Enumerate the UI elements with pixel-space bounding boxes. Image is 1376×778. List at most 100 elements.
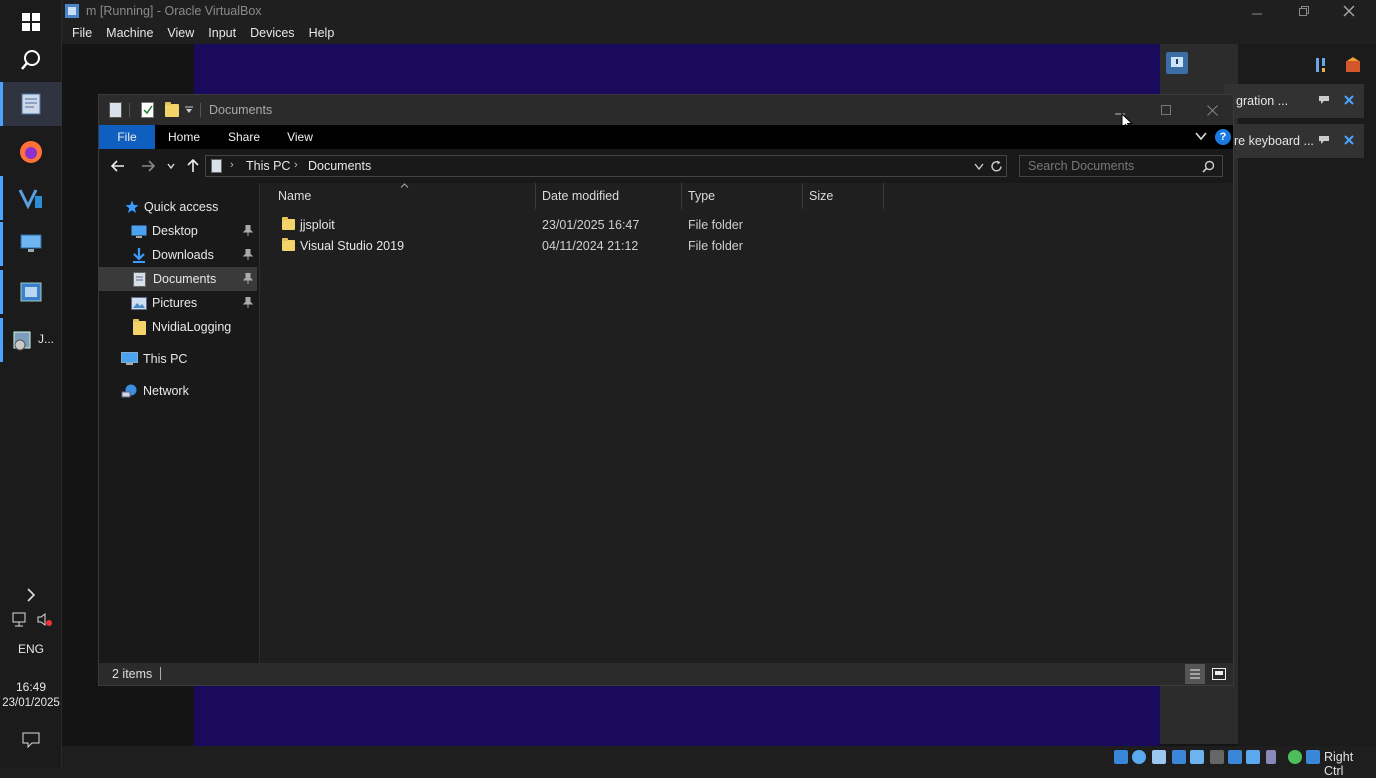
nav-downloads[interactable]: Downloads [99, 243, 257, 267]
notification-icon [22, 732, 40, 748]
quick-access-toolbar-dropdown-icon[interactable] [185, 106, 193, 114]
network-adapter-icon[interactable] [1172, 750, 1186, 764]
file-row[interactable]: Visual Studio 2019 04/11/2024 21:12 File… [260, 236, 1234, 257]
nav-documents[interactable]: Documents [99, 267, 257, 291]
show-hidden-icons-button[interactable] [0, 574, 62, 616]
vbox-restore-button[interactable] [1293, 0, 1315, 22]
explorer-window-title: Documents [209, 103, 273, 117]
file-date-modified: 04/11/2024 21:12 [542, 239, 639, 253]
forward-arrow-icon[interactable] [141, 160, 155, 172]
notification-item[interactable]: gration ... [1224, 84, 1364, 118]
volume-muted-icon[interactable] [36, 612, 54, 628]
large-icons-view-button[interactable] [1209, 664, 1229, 684]
tab-share[interactable]: Share [219, 125, 269, 149]
taskbar-virtualbox[interactable] [0, 270, 62, 314]
notification-center-icon[interactable] [1166, 52, 1188, 74]
taskbar-firefox[interactable] [0, 130, 62, 174]
vbox-close-button[interactable] [1338, 0, 1360, 22]
optical-drive-icon[interactable] [1132, 750, 1146, 764]
column-header-size[interactable]: Size [803, 183, 884, 209]
guest-additions-icon[interactable] [1288, 750, 1302, 764]
display-icon[interactable] [1228, 750, 1242, 764]
nav-this-pc[interactable]: This PC [99, 347, 257, 371]
menu-machine[interactable]: Machine [106, 26, 153, 40]
up-arrow-icon[interactable] [187, 159, 199, 173]
taskbar-file-explorer[interactable] [0, 82, 62, 126]
pin-icon[interactable] [1318, 135, 1330, 145]
clock-time[interactable]: 16:49 [0, 680, 62, 694]
address-history-dropdown-icon[interactable] [974, 163, 984, 170]
firefox-icon [20, 141, 42, 163]
shared-folders-icon[interactable] [1210, 750, 1224, 764]
column-header-type[interactable]: Type [682, 183, 803, 209]
network-tray-icon[interactable] [12, 612, 30, 628]
taskbar-remote-desktop[interactable] [0, 222, 62, 266]
menu-view[interactable]: View [167, 26, 194, 40]
mouse-integration-icon[interactable] [1306, 750, 1320, 764]
taskbar-visual-studio[interactable] [0, 176, 62, 220]
vbox-minimize-button[interactable] [1246, 0, 1268, 22]
search-button[interactable] [0, 38, 62, 82]
installer-icon [13, 331, 31, 351]
explorer-maximize-button[interactable] [1151, 95, 1181, 125]
explorer-status-bar: 2 items [99, 663, 1233, 685]
nav-pictures[interactable]: Pictures [99, 291, 257, 315]
menu-devices[interactable]: Devices [250, 26, 294, 40]
close-icon [1343, 5, 1355, 17]
explorer-title-bar: Documents [99, 95, 1233, 131]
nav-quick-access[interactable]: Quick access [99, 195, 257, 219]
taskbar-app-j[interactable]: J... [0, 318, 62, 362]
nav-label: This PC [143, 352, 188, 366]
address-bar[interactable]: › This PC › Documents [205, 155, 1007, 177]
breadcrumb-this-pc[interactable]: This PC [246, 159, 290, 173]
virtualbox-icon [20, 282, 42, 302]
back-arrow-icon[interactable] [111, 160, 125, 172]
hard-disk-icon[interactable] [1114, 750, 1128, 764]
recording-icon[interactable] [1246, 750, 1260, 764]
nav-label: Quick access [144, 200, 219, 214]
nav-label: Pictures [152, 296, 198, 310]
dismiss-icon[interactable] [1344, 135, 1354, 145]
tab-home[interactable]: Home [159, 125, 209, 149]
help-icon[interactable]: ? [1215, 129, 1231, 145]
language-indicator[interactable]: ENG [0, 642, 62, 656]
details-view-icon [1190, 669, 1200, 679]
usb-icon[interactable] [1190, 750, 1204, 764]
menu-input[interactable]: Input [208, 26, 236, 40]
dismiss-icon[interactable] [1344, 95, 1354, 105]
search-placeholder: Search Documents [1028, 159, 1135, 173]
expand-ribbon-icon[interactable] [1195, 132, 1207, 141]
sort-icon[interactable] [1314, 56, 1332, 74]
clear-notifications-icon[interactable] [1344, 56, 1362, 74]
recent-locations-icon[interactable] [167, 163, 175, 169]
new-folder-icon[interactable] [165, 102, 179, 117]
file-explorer-window: Documents File Home Share View ? › This … [98, 94, 1234, 686]
pin-icon[interactable] [1318, 95, 1330, 105]
clock-date[interactable]: 23/01/2025 [0, 697, 62, 709]
nav-desktop[interactable]: Desktop [99, 219, 257, 243]
ribbon-tabs: File Home Share View ? [99, 125, 1233, 149]
nav-nvidialogging[interactable]: NvidiaLogging [99, 315, 257, 339]
details-view-button[interactable] [1185, 664, 1205, 684]
tab-view[interactable]: View [277, 125, 323, 149]
column-header-date-modified[interactable]: Date modified [536, 183, 682, 209]
search-box[interactable]: Search Documents [1019, 155, 1223, 177]
network-icon [121, 384, 137, 397]
menu-file[interactable]: File [72, 26, 92, 40]
audio-icon[interactable] [1152, 750, 1166, 764]
properties-icon[interactable] [141, 102, 155, 118]
cpu-icon[interactable] [1266, 750, 1276, 764]
action-center-button[interactable] [0, 718, 62, 762]
nav-network[interactable]: Network [99, 379, 257, 403]
tab-file[interactable]: File [99, 125, 155, 149]
column-header-name[interactable]: Name [272, 183, 536, 209]
file-row[interactable]: jjsploit 23/01/2025 16:47 File folder [260, 215, 1234, 236]
notification-item[interactable]: re keyboard ... [1224, 124, 1364, 158]
breadcrumb-documents[interactable]: Documents [308, 159, 371, 173]
explorer-close-button[interactable] [1197, 95, 1227, 125]
pin-icon [243, 273, 253, 284]
menu-help[interactable]: Help [309, 26, 335, 40]
refresh-icon[interactable] [990, 160, 1003, 173]
desktop-icon [131, 225, 147, 238]
search-icon[interactable] [1202, 160, 1215, 173]
